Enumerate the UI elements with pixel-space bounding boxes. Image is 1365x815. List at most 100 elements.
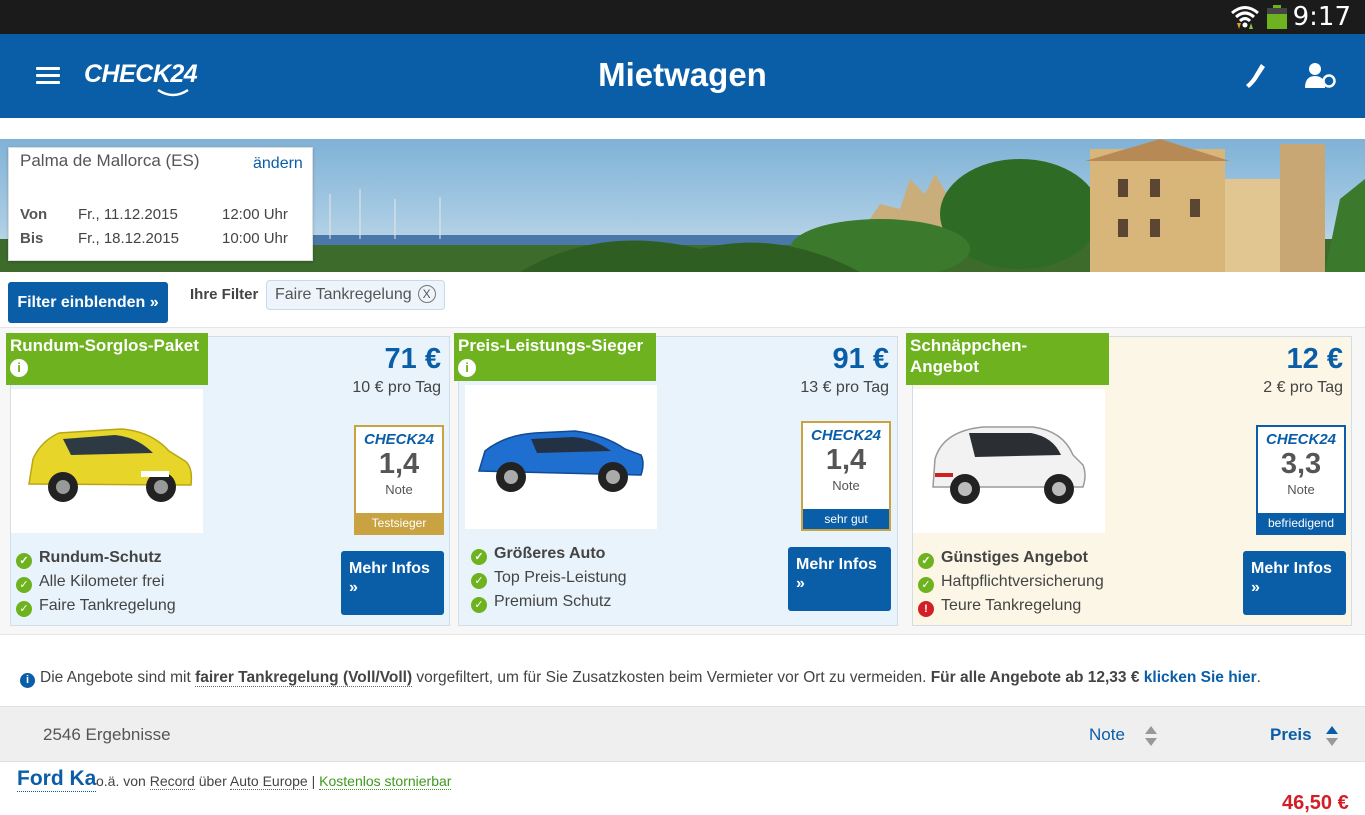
warning-icon: ! [918,601,934,617]
check-icon: ✓ [16,553,32,569]
feature-item: ✓ Alle Kilometer frei [16,573,176,597]
total-price: 71 € [384,343,441,375]
from-time: 12:00 Uhr [222,206,288,223]
rating-badge: CHECK24 3,3 Note befriedigend [1256,425,1346,535]
status-bar: 9:17 [0,0,1365,34]
sort-by-price[interactable]: Preis [1270,725,1312,745]
remove-filter-icon[interactable]: X [417,285,436,303]
feature-item: ✓ Faire Tankregelung [16,597,176,621]
price-per-day: 13 € pro Tag [800,379,889,396]
feature-item: ✓ Premium Schutz [471,593,627,617]
fuel-policy-notice: i Die Angebote sind mit fairer Tankregelu… [0,634,1365,706]
offer-tag-label: Rundum-Sorglos-Paket [10,336,199,355]
check-icon: ✓ [16,601,32,617]
check-icon: ✓ [918,553,934,569]
feature-item: ✓ Haftpflichtversicherung [918,573,1104,597]
offer-card[interactable]: Rundum-Sorglos-Paket i 71 € 10 € pro Tag… [6,333,450,626]
fuel-policy-term[interactable]: fairer Tankregelung (Voll/Voll) [195,669,413,687]
result-count: 2546 Ergebnisse [43,725,171,744]
result-price: 46,50 € [1282,792,1349,814]
feature-list: ✓ Günstiges Angebot ✓ Haftpflichtversicher… [918,549,1104,621]
total-price: 91 € [832,343,889,375]
info-icon: i [20,673,35,688]
broker-name[interactable]: Auto Europe [229,773,308,790]
badge-logo: CHECK24 [363,431,435,448]
search-summary-box: Palma de Mallorca (ES) ändern Von Fr., 1… [8,147,313,261]
badge-rating-label: befriedigend [1258,513,1344,533]
check-icon: ✓ [471,597,487,613]
to-label: Bis [20,230,44,247]
app-header: CHECK24 Mietwagen [0,34,1365,118]
badge-score: 3,3 [1280,448,1322,480]
wifi-icon [1231,6,1259,29]
more-info-button[interactable]: Mehr Infos» [1243,551,1346,615]
offer-tag: Schnäppchen-Angebot [906,333,1109,385]
free-cancellation-label[interactable]: Kostenlos stornierbar [319,773,452,790]
active-filters-label: Ihre Filter [190,286,259,303]
offer-tag: Rundum-Sorglos-Paket i [6,333,208,385]
check-icon: ✓ [16,577,32,593]
badge-score: 1,4 [378,448,420,480]
badge-score: 1,4 [825,444,867,476]
info-icon[interactable]: i [458,359,476,377]
result-row[interactable]: Ford Ka o.ä. von Record über Auto Europe… [0,762,1365,814]
sort-arrows-icon[interactable] [1325,724,1339,748]
total-price: 12 € [1286,343,1343,375]
more-info-button[interactable]: Mehr Infos» [341,551,444,615]
car-model[interactable]: Ford Ka [17,767,97,792]
rating-badge: CHECK24 1,4 Note sehr gut [801,421,891,531]
rating-badge: CHECK24 1,4 Note Testsieger [354,425,444,535]
filter-chip-label: Faire Tankregelung [275,286,412,303]
feature-list: ✓ Rundum-Schutz ✓ Alle Kilometer frei ✓ Fai… [16,549,176,621]
phone-icon[interactable] [1244,62,1268,90]
offer-tag-label: Schnäppchen-Angebot [910,336,1028,376]
to-time: 10:00 Uhr [222,230,288,247]
offer-card[interactable]: Preis-Leistungs-Sieger i 91 € 13 € pro T… [454,333,898,626]
feature-item: ✓ Rundum-Schutz [16,549,176,573]
price-per-day: 10 € pro Tag [352,379,441,396]
result-vendor-line: o.ä. von Record über Auto Europe | Koste… [96,773,452,790]
results-header: 2546 Ergebnisse Note Preis [0,706,1365,762]
badge-rating-label: Testsieger [356,513,442,533]
badge-note-label: Note [1287,482,1315,497]
battery-icon [1267,5,1287,29]
check-icon: ✓ [471,549,487,565]
info-icon[interactable]: i [10,359,28,377]
user-login-icon[interactable] [1304,62,1338,90]
car-image [913,389,1105,533]
change-search-link[interactable]: ändern [253,155,303,173]
price-per-day: 2 € pro Tag [1263,379,1343,396]
vendor-name[interactable]: Record [149,773,195,790]
pickup-location: Palma de Mallorca (ES) [20,151,200,170]
check-icon: ✓ [918,577,934,593]
feature-item: ! Teure Tankregelung [918,597,1104,621]
offer-tag-label: Preis-Leistungs-Sieger [458,336,644,355]
clock: 9:17 [1292,2,1351,32]
filter-chip: Faire Tankregelung X [266,280,445,310]
badge-note-label: Note [385,482,413,497]
notice-text: i Die Angebote sind mit fairer Tankregelu… [20,669,1261,688]
recommendation-cards: Rundum-Sorglos-Paket i 71 € 10 € pro Tag… [0,328,1365,634]
offer-card[interactable]: Schnäppchen-Angebot 12 € 2 € pro Tag CHE… [906,333,1352,626]
show-all-offers-link[interactable]: klicken Sie hier [1144,669,1257,686]
feature-item: ✓ Günstiges Angebot [918,549,1104,573]
badge-rating-label: sehr gut [803,509,889,529]
badge-note-label: Note [832,478,860,493]
feature-list: ✓ Größeres Auto ✓ Top Preis-Leistung ✓ Prem… [471,545,627,617]
from-date: Fr., 11.12.2015 [78,206,178,223]
badge-logo: CHECK24 [810,427,882,444]
check-icon: ✓ [471,573,487,589]
from-label: Von [20,206,48,223]
to-date: Fr., 18.12.2015 [78,230,179,247]
show-filters-button[interactable]: Filter einblenden » [8,282,168,323]
more-info-button[interactable]: Mehr Infos» [788,547,891,611]
sort-arrows-icon[interactable] [1144,724,1158,748]
offer-tag: Preis-Leistungs-Sieger i [454,333,656,381]
badge-logo: CHECK24 [1265,431,1337,448]
page-title: Mietwagen [598,56,767,93]
car-image [465,385,657,529]
sort-by-rating[interactable]: Note [1089,725,1125,745]
car-image [11,389,203,533]
feature-item: ✓ Top Preis-Leistung [471,569,627,593]
feature-item: ✓ Größeres Auto [471,545,627,569]
